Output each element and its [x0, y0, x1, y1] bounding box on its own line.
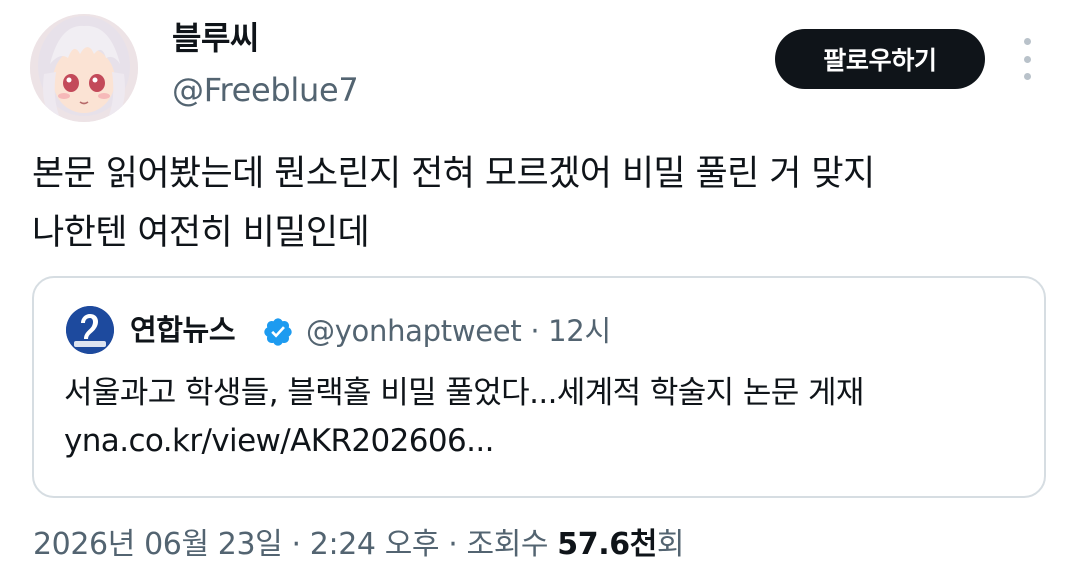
- more-dot: [1023, 55, 1031, 63]
- tweet-time[interactable]: 2:24 오후: [310, 527, 440, 562]
- quoted-author-avatar[interactable]: [66, 306, 114, 354]
- quoted-tweet-card[interactable]: 연합뉴스 @yonhaptweet · 12시 서울과고 학생들, 블랙홀 비밀…: [32, 276, 1046, 498]
- quoted-link[interactable]: yna.co.kr/view/AKR202606...: [64, 417, 1024, 465]
- quoted-tweet-text: 서울과고 학생들, 블랙홀 비밀 풀었다...세계적 학술지 논문 게재 yna…: [64, 369, 1024, 465]
- author-handle[interactable]: @Freeblue7: [172, 70, 359, 110]
- tweet-date[interactable]: 2026년 06월 23일: [33, 527, 283, 562]
- verified-badge-icon: [264, 318, 292, 346]
- quoted-meta: @yonhaptweet · 12시: [306, 311, 611, 351]
- tweet-footer: 2026년 06월 23일 · 2:24 오후 · 조회수 57.6천회: [33, 520, 685, 570]
- author-avatar[interactable]: [30, 14, 138, 122]
- more-dot: [1023, 38, 1031, 45]
- more-options-icon[interactable]: [1010, 38, 1044, 80]
- author-display-name[interactable]: 블루씨: [172, 16, 259, 60]
- footer-separator: ·: [448, 527, 458, 562]
- meta-separator: ·: [530, 314, 540, 348]
- views-count: 57.6천: [557, 527, 657, 562]
- more-dot: [1023, 73, 1031, 80]
- quoted-text-line: 서울과고 학생들, 블랙홀 비밀 풀었다...세계적 학술지 논문 게재: [64, 375, 864, 411]
- follow-button[interactable]: 팔로우하기: [775, 29, 985, 89]
- views-label: 조회수: [466, 527, 549, 562]
- views-suffix: 회: [656, 527, 685, 562]
- quoted-author-name[interactable]: 연합뉴스: [130, 310, 236, 350]
- quoted-time[interactable]: 12시: [548, 314, 611, 348]
- footer-separator: ·: [291, 527, 302, 562]
- tweet-text: 본문 읽어봤는데 뭔소린지 전혀 모르겠어 비밀 풀린 거 맞지 나한텐 여전히…: [32, 145, 1052, 263]
- tweet-text-line: 나한텐 여전히 비밀인데: [32, 213, 370, 253]
- quoted-handle[interactable]: @yonhaptweet: [306, 314, 522, 348]
- views-count-value: 57.6천: [557, 527, 657, 562]
- tweet-text-line: 본문 읽어봤는데 뭔소린지 전혀 모르겠어 비밀 풀린 거 맞지: [32, 154, 875, 194]
